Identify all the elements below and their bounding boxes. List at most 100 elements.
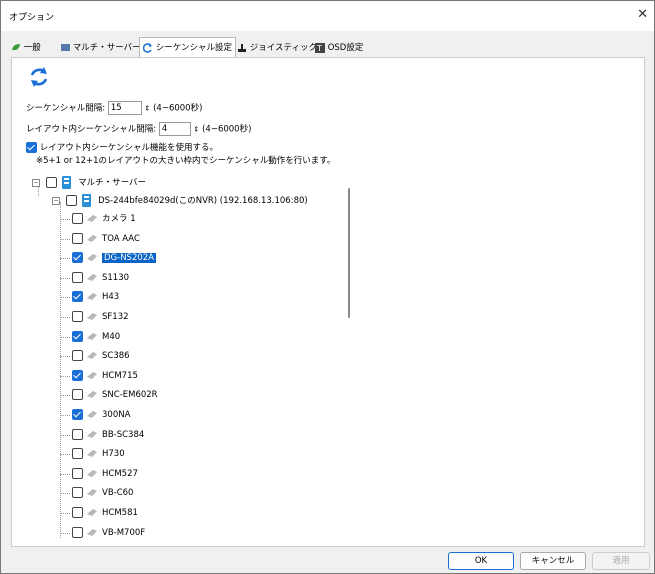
server-checkbox[interactable] — [65, 195, 77, 206]
layout-interval-range: (4~6000秒) — [202, 124, 252, 135]
camera-icon — [87, 391, 97, 399]
camera-checkbox[interactable] — [72, 252, 83, 264]
camera-checkbox[interactable] — [72, 232, 83, 244]
root-checkbox[interactable] — [45, 177, 57, 188]
tab-sequential-label: シーケンシャル設定 — [155, 43, 232, 53]
interval-range: (4~6000秒) — [153, 103, 203, 114]
camera-icon — [87, 352, 97, 360]
camera-icon — [87, 293, 97, 301]
tab-joystick[interactable]: ジョイスティック — [237, 39, 317, 57]
cancel-button[interactable]: キャンセル — [520, 552, 586, 570]
camera-checkbox[interactable] — [72, 213, 83, 224]
camera-checkbox[interactable] — [72, 389, 83, 401]
camera-item[interactable]: BB-SC384 — [60, 428, 145, 442]
camera-item[interactable]: SC386 — [60, 349, 130, 363]
interval-input[interactable]: 15 — [107, 101, 142, 115]
camera-icon — [87, 430, 97, 438]
camera-icon — [87, 411, 97, 418]
svg-text:T: T — [316, 44, 322, 53]
camera-item[interactable]: 300NA — [60, 408, 130, 422]
tree-server[interactable]: − DS-244bfe84029d(このNVR) (192.168.13.106… — [52, 194, 308, 208]
layout-seq-note: ※5+1 or 12+1のレイアウトの大きい枠内でシーケンシャル動作を行います。 — [36, 156, 336, 166]
camera-item[interactable]: SF132 — [60, 310, 129, 324]
tab-bar: 一般 マルチ・サーバー シーケンシャル設定 ジョイスティック T OSD設定 — [11, 37, 644, 58]
camera-icon — [87, 528, 97, 536]
camera-checkbox[interactable] — [72, 311, 83, 322]
camera-item[interactable]: HCM527 — [60, 467, 138, 481]
camera-icon — [87, 371, 97, 379]
title-bar: オプション ✕ — [1, 1, 654, 31]
camera-checkbox[interactable] — [72, 271, 83, 283]
camera-item[interactable]: H43 — [60, 290, 119, 304]
camera-label: H730 — [102, 449, 125, 460]
camera-checkbox[interactable] — [72, 330, 83, 342]
camera-icon — [87, 273, 97, 281]
tab-general-label: 一般 — [23, 43, 41, 53]
layout-interval-label: レイアウト内シーケンシャル間隔: — [26, 124, 157, 135]
layout-interval-input[interactable]: 4 — [158, 122, 191, 136]
camera-item[interactable]: HCM581 — [60, 506, 138, 520]
ok-button[interactable]: OK — [448, 552, 514, 570]
layout-interval-value: 4 — [161, 124, 168, 134]
camera-checkbox[interactable] — [72, 507, 83, 518]
camera-item[interactable]: HCM715 — [60, 369, 138, 383]
interval-row: シーケンシャル間隔: 15 ⇕ (4~6000秒) — [26, 101, 202, 115]
layout-interval-row: レイアウト内シーケンシャル間隔: 4 ⇕ (4~6000秒) — [26, 122, 251, 136]
collapse-icon[interactable]: − — [52, 196, 60, 205]
apply-button[interactable]: 適用 — [592, 552, 650, 570]
collapse-icon[interactable]: − — [32, 178, 40, 187]
camera-item[interactable]: M40 — [60, 330, 121, 344]
camera-label: VB-M700F — [102, 527, 146, 538]
interval-label: シーケンシャル間隔: — [26, 103, 106, 114]
use-layout-seq-checkbox[interactable] — [26, 142, 37, 153]
camera-checkbox[interactable] — [72, 448, 83, 460]
camera-label: SF132 — [102, 312, 129, 322]
camera-icon — [87, 509, 97, 516]
sequential-settings-panel: シーケンシャル間隔: 15 ⇕ (4~6000秒) レイアウト内シーケンシャル間… — [11, 57, 645, 547]
camera-checkbox[interactable] — [72, 350, 83, 362]
camera-label: SNC-EM602R — [102, 390, 158, 401]
tree-root-label: マルチ・サーバー — [78, 178, 147, 188]
camera-checkbox[interactable] — [72, 467, 83, 479]
tab-general[interactable]: 一般 — [11, 39, 41, 57]
leaf-icon — [12, 44, 20, 51]
tab-osd[interactable]: T OSD設定 — [315, 39, 363, 57]
camera-checkbox[interactable] — [72, 369, 83, 381]
nvr-icon — [82, 194, 92, 207]
camera-item[interactable]: VB-M700F — [60, 526, 146, 538]
camera-icon — [87, 215, 97, 222]
camera-label: カメラ 1 — [102, 214, 136, 224]
camera-label: DG-NS202A — [102, 253, 156, 264]
camera-icon — [87, 450, 97, 458]
camera-item[interactable]: S1130 — [60, 271, 130, 285]
camera-item[interactable]: VB-C60 — [60, 486, 133, 500]
camera-checkbox[interactable] — [72, 526, 83, 538]
tree-root[interactable]: − マルチ・サーバー — [32, 176, 146, 190]
tree-server-label: DS-244bfe84029d(このNVR) (192.168.13.106:8… — [98, 196, 308, 206]
camera-item[interactable]: TOA AAC — [60, 232, 140, 246]
layout-interval-stepper[interactable]: ⇕ — [194, 126, 200, 134]
tree-scrollbar[interactable] — [348, 188, 350, 318]
camera-icon — [87, 254, 97, 262]
camera-tree[interactable]: − マルチ・サーバー − DS-244bfe84029d(このNVR) (192… — [24, 172, 344, 538]
use-layout-seq-label: レイアウト内シーケンシャル機能を使用する。 — [39, 143, 218, 153]
camera-label: HCM581 — [102, 508, 138, 518]
camera-label: M40 — [102, 331, 121, 342]
camera-item[interactable]: H730 — [60, 447, 125, 461]
tab-sequential[interactable]: シーケンシャル設定 — [139, 37, 236, 58]
camera-checkbox[interactable] — [72, 428, 83, 440]
camera-checkbox[interactable] — [72, 291, 83, 303]
camera-item[interactable]: カメラ 1 — [60, 212, 136, 226]
camera-label: BB-SC384 — [102, 429, 145, 440]
interval-stepper[interactable]: ⇕ — [145, 105, 151, 113]
camera-icon — [87, 469, 97, 477]
tab-joystick-label: ジョイスティック — [249, 43, 317, 53]
camera-item[interactable]: DG-NS202A — [60, 251, 156, 265]
camera-label: S1130 — [102, 272, 130, 283]
tab-multi-server[interactable]: マルチ・サーバー — [61, 39, 141, 57]
camera-checkbox[interactable] — [72, 409, 83, 420]
camera-checkbox[interactable] — [72, 487, 83, 499]
camera-label: TOA AAC — [102, 233, 140, 244]
camera-item[interactable]: SNC-EM602R — [60, 388, 158, 402]
close-icon[interactable]: ✕ — [637, 7, 648, 22]
